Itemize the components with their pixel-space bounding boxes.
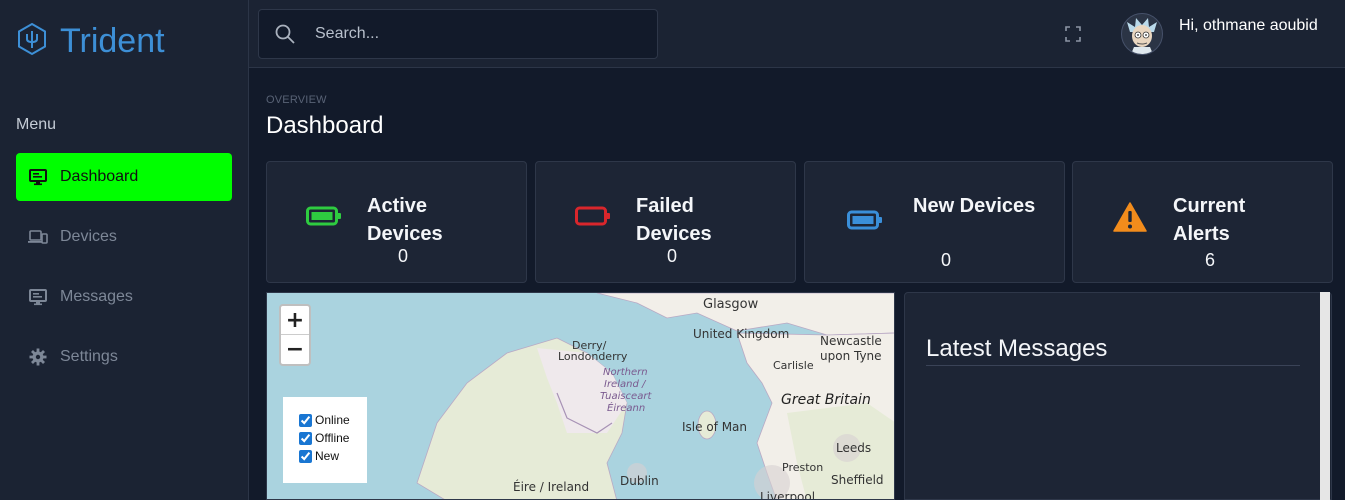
map-label-ireland: Éire / Ireland [513,480,590,494]
divider [926,365,1300,366]
map-label-ni: Ireland / [604,379,646,390]
map-label-sheffield: Sheffield [831,473,884,487]
card-current-alerts[interactable]: Current Alerts 6 [1072,161,1333,283]
sidebar-item-label: Settings [60,348,118,365]
page-title: Dashboard [266,112,384,139]
map-label-great-britain: Great Britain [781,392,871,408]
map-label-ni: Éireann [607,403,646,414]
zoom-out-button[interactable]: − [281,335,309,364]
layer-label: New [315,449,340,463]
card-value: 0 [398,246,409,266]
sidebar-nav: Dashboard Devices Messages Settings [16,153,232,393]
brand-logo[interactable]: Trident [16,22,165,61]
sidebar-item-label: Messages [60,288,133,305]
layer-label: Offline [315,431,350,445]
layer-new[interactable]: New [299,447,367,465]
map-zoom-control: + − [279,304,311,366]
card-value: 0 [667,246,678,266]
map-label-ni: Northern [603,367,648,378]
map-label-uk: United Kingdom [693,327,790,341]
gear-icon [28,347,48,367]
scrollbar[interactable] [1320,292,1330,500]
battery-icon [847,210,883,235]
battery-full-icon [306,206,342,231]
layer-offline[interactable]: Offline [299,429,367,447]
warning-icon [1113,202,1147,237]
messages-icon [28,287,48,307]
map-label-liverpool: Liverpool [760,490,816,500]
card-title: Current Alerts [1173,195,1246,245]
search-icon[interactable] [259,24,311,44]
layer-label: Online [315,413,350,427]
devices-icon [28,227,48,247]
menu-label: Menu [16,116,57,133]
card-title: Failed Devices [636,195,712,245]
card-title: New Devices [913,195,1036,217]
layer-new-checkbox[interactable] [299,449,312,463]
device-map[interactable]: Glasgow United Kingdom Newcastle upon Ty… [266,292,895,500]
battery-empty-icon [575,206,611,231]
map-label-glasgow: Glasgow [703,297,759,312]
fullscreen-icon[interactable] [1065,26,1081,42]
card-active-devices[interactable]: Active Devices 0 [266,161,527,283]
map-label-dublin: Dublin [620,474,659,488]
layer-online-checkbox[interactable] [299,413,312,427]
layer-offline-checkbox[interactable] [299,431,312,445]
sidebar-item-label: Devices [60,228,117,245]
sidebar: Trident Menu Dashboard Devices Messages [0,0,249,500]
sidebar-item-devices[interactable]: Devices [16,213,232,261]
trident-icon [16,22,48,61]
card-value: 6 [1205,250,1216,270]
user-greeting: Hi, othmane aoubid [1179,17,1318,34]
layer-online[interactable]: Online [299,411,367,429]
card-title: Active Devices [367,195,443,245]
brand-name: Trident [60,22,165,60]
card-new-devices[interactable]: New Devices 0 [804,161,1065,283]
layer-control: Online Offline New [283,397,367,483]
sidebar-item-settings[interactable]: Settings [16,333,232,381]
sidebar-item-dashboard[interactable]: Dashboard [16,153,232,201]
map-label-isle-of-man: Isle of Man [682,420,748,434]
monitor-icon [28,167,48,187]
breadcrumb: OVERVIEW [266,94,327,106]
avatar[interactable] [1121,13,1163,55]
search-box [258,9,658,59]
card-value: 0 [941,250,952,270]
map-label-preston: Preston [782,461,824,474]
map-label-upon-tyne: upon Tyne [820,349,882,363]
map-label-ni: Tuaisceart [600,391,652,402]
map-label-londonderry: Londonderry [558,350,628,363]
topbar: Hi, othmane aoubid [249,0,1345,68]
panel-title: Latest Messages [926,335,1108,362]
zoom-in-button[interactable]: + [281,306,309,335]
map-label-newcastle: Newcastle [820,334,882,348]
map-label-carlisle: Carlisle [773,359,814,372]
search-input[interactable] [315,25,635,43]
sidebar-item-messages[interactable]: Messages [16,273,232,321]
latest-messages-panel: Latest Messages [904,292,1332,500]
sidebar-item-label: Dashboard [60,168,139,185]
card-failed-devices[interactable]: Failed Devices 0 [535,161,796,283]
map-label-leeds: Leeds [836,441,872,455]
